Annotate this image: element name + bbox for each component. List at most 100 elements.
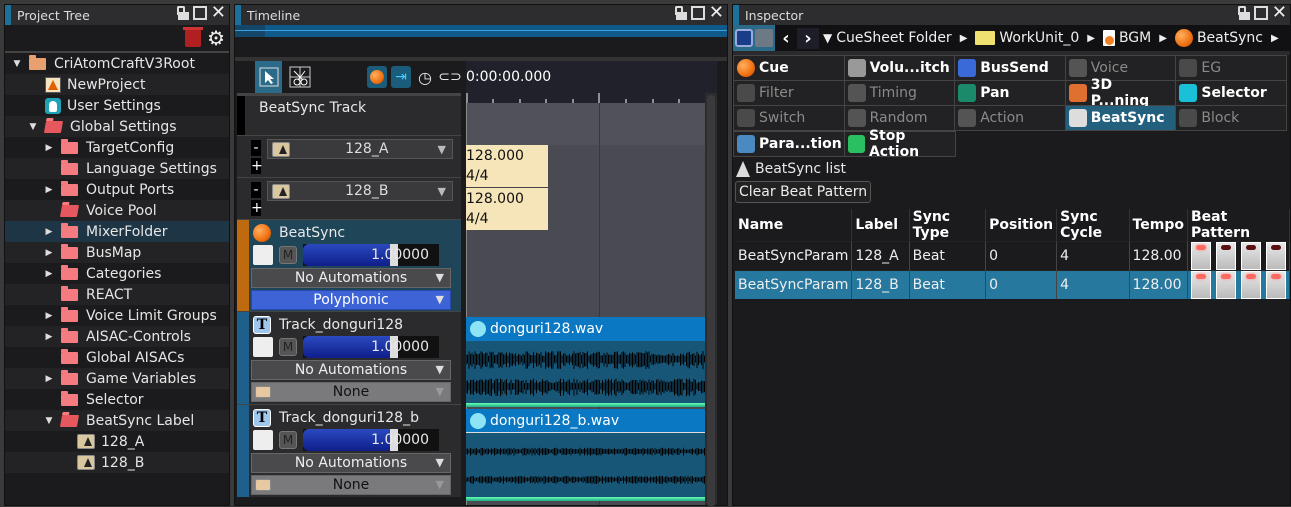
forward-button[interactable]: ›: [797, 27, 819, 49]
mute-button[interactable]: M: [279, 431, 297, 449]
record-button[interactable]: [366, 66, 387, 88]
cell-sync-cycle[interactable]: 4: [1056, 241, 1130, 271]
back-button[interactable]: ‹: [775, 28, 797, 49]
tab-action[interactable]: Action: [955, 106, 1065, 130]
close-icon[interactable]: ✕: [1272, 4, 1287, 22]
column-header[interactable]: Label: [851, 209, 910, 242]
mute-button[interactable]: M: [279, 338, 297, 356]
tree-item[interactable]: User Settings: [5, 95, 229, 116]
close-icon[interactable]: ✕: [709, 4, 724, 22]
tab-timing[interactable]: Timing: [844, 81, 955, 105]
selector-label-select[interactable]: None ▼: [251, 475, 451, 495]
waveform-clip[interactable]: donguri128_b.wav: [465, 409, 705, 501]
expanded-arrow-icon[interactable]: ▼: [27, 122, 39, 132]
plus-button[interactable]: +: [251, 158, 263, 174]
collapsed-arrow-icon[interactable]: ▶: [43, 269, 55, 279]
lock-icon[interactable]: [674, 6, 687, 20]
tree-item[interactable]: ▶ Categories: [5, 263, 229, 284]
cell-position[interactable]: 0: [985, 241, 1058, 271]
clock-button[interactable]: ◷: [415, 66, 435, 88]
breadcrumb-item[interactable]: CueSheet Folder: [836, 30, 951, 46]
column-header[interactable]: Sync Type: [909, 209, 987, 242]
waveform-clip[interactable]: donguri128.wav: [465, 317, 705, 407]
tab-pan[interactable]: Pan: [955, 81, 1065, 105]
volume-slider[interactable]: 1.00000: [303, 429, 439, 451]
breadcrumb-item[interactable]: BGM: [1102, 30, 1151, 46]
collapsed-arrow-icon[interactable]: ▶: [43, 374, 55, 384]
mute-button[interactable]: M: [279, 246, 297, 264]
volume-slider[interactable]: 1.00000: [303, 336, 439, 358]
playback-mode-select[interactable]: Polyphonic ▼: [251, 290, 451, 310]
cell-name[interactable]: BeatSyncParam: [735, 241, 853, 271]
clear-beat-pattern-button[interactable]: Clear Beat Pattern: [735, 181, 872, 203]
expanded-arrow-icon[interactable]: ▼: [43, 416, 55, 426]
cell-name[interactable]: BeatSyncParam: [735, 270, 853, 299]
breadcrumb-item[interactable]: WorkUnit_0: [975, 30, 1079, 46]
beat-toggle[interactable]: [1190, 242, 1211, 270]
collapsed-arrow-icon[interactable]: ▶: [43, 248, 55, 258]
tree-item[interactable]: 128_A: [5, 431, 229, 452]
tree-item[interactable]: Voice Pool: [5, 200, 229, 221]
cell-sync-type[interactable]: Beat: [909, 270, 987, 299]
beat-toggle[interactable]: [1265, 242, 1286, 270]
timeline-area[interactable]: 0:00:00.000 128.000 4/4 128.000 4/4 dong…: [465, 61, 717, 507]
selector-label-select[interactable]: None ▼: [251, 382, 451, 402]
beatsync-track-header[interactable]: BeatSync Track: [237, 93, 461, 135]
minus-button[interactable]: -: [251, 182, 261, 198]
close-icon[interactable]: ✕: [211, 4, 226, 22]
cue-track[interactable]: BeatSync M 1.00000 No Automations ▼ Polyp…: [237, 219, 461, 311]
beat-toggle[interactable]: [1240, 242, 1261, 270]
collapsed-arrow-icon[interactable]: ▶: [43, 143, 55, 153]
column-header[interactable]: Sync Cycle: [1056, 209, 1130, 242]
automation-select[interactable]: No Automations ▼: [251, 360, 451, 380]
automation-select[interactable]: No Automations ▼: [251, 268, 451, 288]
tab-eg[interactable]: EG: [1176, 56, 1286, 80]
tree-item[interactable]: ▶ Game Variables: [5, 368, 229, 389]
column-header[interactable]: Beat Pattern: [1187, 209, 1291, 242]
table-row[interactable]: BeatSyncParam 128_B Beat 0 4 128.00: [735, 270, 1291, 299]
tab-random[interactable]: Random: [844, 106, 955, 130]
tree-item[interactable]: ▶ BusMap: [5, 242, 229, 263]
cell-position[interactable]: 0: [985, 270, 1058, 299]
cell-tempo[interactable]: 128.00: [1129, 270, 1188, 299]
envelope-icon[interactable]: [253, 337, 273, 357]
beatsync-label-select[interactable]: 128_B ▼: [267, 181, 453, 201]
vertical-scrollbar[interactable]: [705, 93, 717, 507]
envelope-icon[interactable]: [253, 245, 273, 265]
cell-sync-cycle[interactable]: 4: [1056, 270, 1130, 299]
tree-item[interactable]: ▶ AISAC-Controls: [5, 326, 229, 347]
tree-item[interactable]: Global AISACs: [5, 347, 229, 368]
tree-item[interactable]: 128_B: [5, 452, 229, 473]
cut-tool-button[interactable]: [286, 61, 313, 93]
collapsed-arrow-icon[interactable]: ▶: [43, 332, 55, 342]
tab-stop-action[interactable]: Stop Action: [845, 128, 955, 160]
gear-icon[interactable]: ⚙: [207, 28, 225, 48]
select-tool-button[interactable]: [255, 61, 283, 93]
tree-item[interactable]: Selector: [5, 389, 229, 410]
automation-select[interactable]: No Automations ▼: [251, 453, 451, 473]
tree-item[interactable]: NewProject: [5, 74, 229, 95]
tree-item[interactable]: ▶ Voice Limit Groups: [5, 305, 229, 326]
tree-item[interactable]: ▶ TargetConfig: [5, 137, 229, 158]
beat-toggle[interactable]: [1215, 242, 1236, 270]
restore-icon[interactable]: [192, 6, 207, 20]
tab-bussend[interactable]: BusSend: [955, 56, 1065, 80]
tab-para-tion[interactable]: Para...tion: [734, 132, 844, 156]
tree-item[interactable]: Language Settings: [5, 158, 229, 179]
column-header[interactable]: Tempo: [1129, 209, 1188, 242]
link-button[interactable]: ⊂⊃: [438, 66, 461, 88]
tab-beatsync[interactable]: BeatSync: [1065, 106, 1176, 130]
tree-item[interactable]: REACT: [5, 284, 229, 305]
collapsed-arrow-icon[interactable]: ▶: [43, 185, 55, 195]
snap-button[interactable]: ⇥: [390, 66, 411, 88]
beatsync-block[interactable]: 128.000 4/4: [466, 188, 548, 230]
lock-icon[interactable]: [1237, 6, 1250, 20]
tab-3d-p-ning[interactable]: 3D P...ning: [1065, 77, 1176, 109]
tab-block[interactable]: Block: [1176, 106, 1286, 130]
cell-sync-type[interactable]: Beat: [909, 241, 987, 271]
cell-label[interactable]: 128_A: [851, 241, 910, 271]
collapsed-arrow-icon[interactable]: ▶: [43, 311, 55, 321]
time-ruler[interactable]: 0:00:00.000: [466, 61, 717, 93]
beatsync-label-select[interactable]: 128_A ▼: [267, 139, 453, 159]
expanded-arrow-icon[interactable]: ▼: [11, 59, 23, 69]
